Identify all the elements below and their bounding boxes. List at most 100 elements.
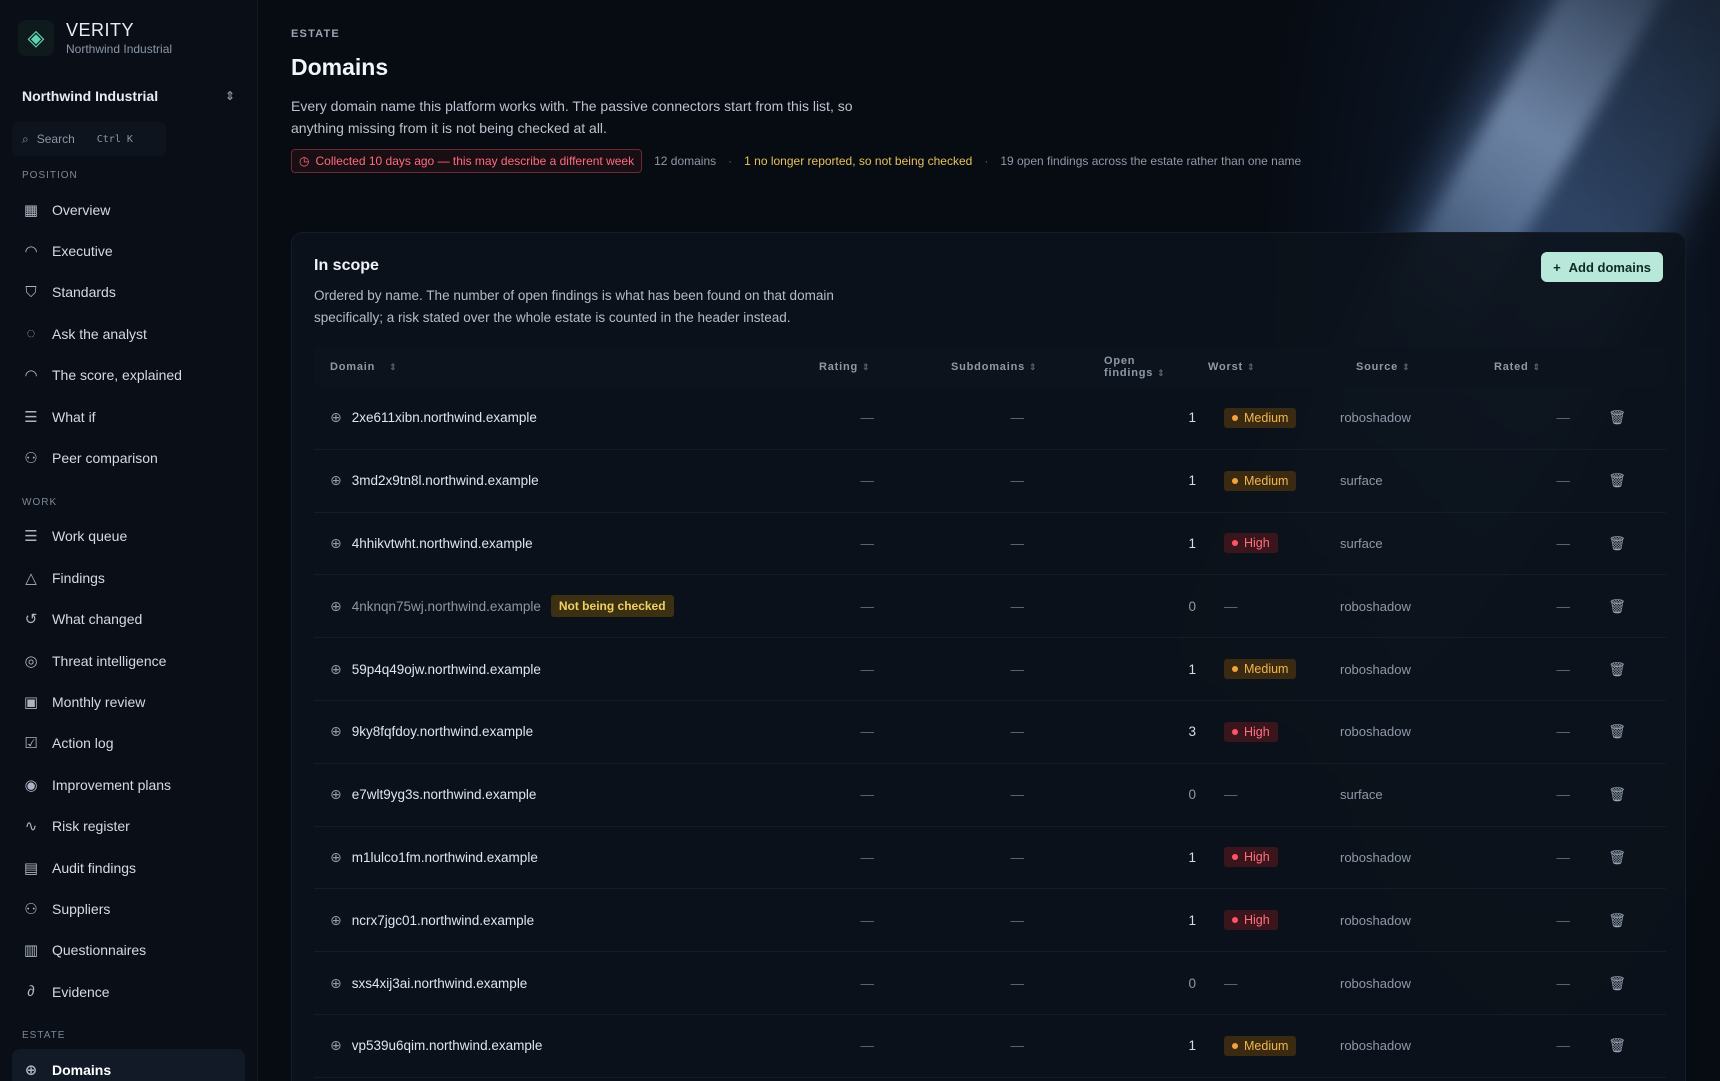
sidebar-item-label: Peer comparison	[52, 450, 158, 467]
nav-section-label: ESTATE	[22, 1030, 66, 1042]
table-row[interactable]: ⊕ 4hhikvtwht.northwind.example — — 1 Hig…	[314, 513, 1666, 576]
table-row[interactable]: ⊕ sxs4xij3ai.northwind.example — — 0 — r…	[314, 952, 1666, 1015]
shield-icon: ⛉	[25, 283, 37, 301]
trash-icon[interactable]: 🗑	[1608, 723, 1626, 739]
search-input[interactable]: ⌕ Search Ctrl K	[12, 122, 166, 156]
severity-dot	[1232, 1042, 1238, 1049]
col-domain[interactable]: Domain ⇕	[314, 361, 774, 373]
trash-icon[interactable]: 🗑	[1608, 661, 1626, 677]
domain-name[interactable]: 59p4q49ojw.northwind.example	[352, 662, 541, 677]
domain-name[interactable]: 9ky8fqfdoy.northwind.example	[352, 724, 533, 739]
severity-label: Medium	[1244, 473, 1289, 488]
sidebar-item-evidence[interactable]: ∂ Evidence	[12, 971, 245, 1012]
sidebar-item-the-score-explained[interactable]: ◠ The score, explained	[12, 355, 245, 396]
rated-value: —	[1556, 787, 1571, 803]
col-worst[interactable]: Worst ⇕	[1196, 361, 1328, 373]
sidebar-item-what-changed[interactable]: ↺ What changed	[12, 599, 245, 640]
source-value: roboshadow	[1340, 410, 1411, 426]
sidebar-item-overview[interactable]: ▦ Overview	[12, 189, 245, 230]
rating-value: —	[860, 912, 875, 928]
domain-name[interactable]: 4hhikvtwht.northwind.example	[352, 536, 533, 551]
org-switcher[interactable]: Northwind Industrial ⇕	[12, 78, 245, 114]
sidebar-item-label: Ask the analyst	[52, 325, 147, 342]
domain-name[interactable]: sxs4xij3ai.northwind.example	[352, 976, 528, 991]
sidebar-item-domains[interactable]: ⊕ Domains	[12, 1049, 245, 1081]
sidebar-item-executive[interactable]: ◠ Executive	[12, 230, 245, 271]
col-rating[interactable]: Rating ⇕	[774, 361, 874, 373]
trash-icon[interactable]: 🗑	[1608, 535, 1626, 551]
table-row[interactable]: ⊕ 3md2x9tn8l.northwind.example — — 1 Med…	[314, 450, 1666, 513]
sidebar-item-monthly-review[interactable]: ▣ Monthly review	[12, 681, 245, 722]
sort-icon: ⇕	[862, 362, 871, 372]
sidebar-item-work-queue[interactable]: ☰ Work queue	[12, 516, 245, 557]
separator-dot: ·	[984, 154, 989, 168]
globe-icon: ⊕	[330, 409, 342, 426]
sidebar-item-threat-intelligence[interactable]: ◎ Threat intelligence	[12, 640, 245, 681]
col-source[interactable]: Source ⇕	[1328, 361, 1460, 373]
table-row[interactable]: ⊕ 59p4q49ojw.northwind.example — — 1 Med…	[314, 638, 1666, 701]
table-row[interactable]: ⊕ ncrx7jgc01.northwind.example — — 1 Hig…	[314, 889, 1666, 953]
domain-name[interactable]: 4nknqn75wj.northwind.example	[352, 599, 541, 614]
table-row[interactable]: ⊕ 9ky8fqfdoy.northwind.example — — 3 Hig…	[314, 701, 1666, 764]
rated-value: —	[1556, 473, 1571, 489]
domain-name[interactable]: ncrx7jgc01.northwind.example	[352, 913, 534, 928]
table-row[interactable]: ⊕ 4nknqn75wj.northwind.example Not being…	[314, 575, 1666, 639]
domain-name[interactable]: 3md2x9tn8l.northwind.example	[352, 473, 539, 488]
brand: ◈ VERITY Northwind Industrial	[12, 18, 245, 74]
trash-icon[interactable]: 🗑	[1608, 598, 1626, 614]
subdomains-value: —	[1010, 410, 1025, 426]
domain-name[interactable]: e7wlt9yg3s.northwind.example	[352, 787, 537, 802]
trash-icon[interactable]: 🗑	[1608, 912, 1626, 928]
severity-badge: High	[1224, 847, 1278, 868]
sidebar-item-findings[interactable]: △ Findings	[12, 557, 245, 598]
not-checked-badge: Not being checked	[550, 595, 674, 618]
nav-section-label: WORK	[22, 496, 58, 508]
sidebar-item-label: Threat intelligence	[52, 652, 167, 669]
globe-icon: ⊕	[330, 786, 342, 803]
sort-icon: ⇕	[1246, 362, 1256, 372]
trash-icon[interactable]: 🗑	[1608, 472, 1626, 488]
trash-icon[interactable]: 🗑	[1608, 786, 1626, 802]
trash-icon[interactable]: 🗑	[1608, 1037, 1626, 1053]
rating-value: —	[860, 975, 875, 991]
rating-value: —	[860, 849, 875, 865]
add-domains-button[interactable]: + Add domains	[1541, 252, 1663, 282]
globe-icon: ⊕	[330, 1037, 342, 1054]
open-findings-value: 3	[1188, 724, 1196, 740]
sidebar-item-suppliers[interactable]: ⚇ Suppliers	[12, 888, 245, 929]
unchecked-notice[interactable]: 1 no longer reported, so not being check…	[744, 154, 972, 168]
sidebar-item-risk-register[interactable]: ∿ Risk register	[12, 805, 245, 846]
domain-name[interactable]: vp539u6qim.northwind.example	[352, 1038, 543, 1053]
sidebar-item-standards[interactable]: ⛉ Standards	[12, 272, 245, 313]
table-row[interactable]: ⊕ m1lulco1fm.northwind.example — — 1 Hig…	[314, 827, 1666, 890]
trash-icon[interactable]: 🗑	[1608, 849, 1626, 865]
sidebar-item-audit-findings[interactable]: ▤ Audit findings	[12, 847, 245, 888]
sidebar-item-ask-the-analyst[interactable]: ◌ Ask the analyst	[12, 313, 245, 354]
source-value: roboshadow	[1340, 724, 1411, 740]
domain-name[interactable]: 2xe611xibn.northwind.example	[352, 410, 537, 425]
col-subdomains[interactable]: Subdomains ⇕	[874, 361, 1037, 373]
sidebar-item-improvement-plans[interactable]: ◉ Improvement plans	[12, 764, 245, 805]
globe-icon: ⊕	[330, 472, 342, 489]
table-row[interactable]: ⊕ e7wlt9yg3s.northwind.example — — 0 — s…	[314, 764, 1666, 827]
globe-icon: ⊕	[330, 534, 342, 551]
table-row[interactable]: ⊕ 2xe611xibn.northwind.example — — 1 Med…	[314, 387, 1666, 450]
table-row[interactable]: ⊕ vp539u6qim.northwind.example — — 1 Med…	[314, 1015, 1666, 1078]
sidebar-item-questionnaires[interactable]: ▥ Questionnaires	[12, 930, 245, 971]
severity-badge: Medium	[1224, 470, 1297, 491]
col-rated[interactable]: Rated ⇕	[1460, 361, 1570, 373]
sidebar-item-peer-comparison[interactable]: ⚇ Peer comparison	[12, 437, 245, 478]
trash-icon[interactable]: 🗑	[1608, 409, 1626, 425]
severity-badge: High	[1224, 721, 1278, 742]
domain-name[interactable]: m1lulco1fm.northwind.example	[352, 850, 538, 865]
rating-value: —	[860, 473, 875, 489]
rating-value: —	[860, 535, 875, 551]
col-open-findings[interactable]: Open findings ⇕	[1024, 355, 1196, 379]
open-findings-value: 1	[1188, 912, 1196, 928]
trash-icon[interactable]: 🗑	[1608, 975, 1626, 991]
sidebar-item-action-log[interactable]: ☑ Action log	[12, 723, 245, 764]
sidebar-item-what-if[interactable]: ☰ What if	[12, 396, 245, 437]
search-placeholder: Search	[36, 132, 75, 146]
severity-label: Medium	[1244, 662, 1289, 677]
subdomains-value: —	[1010, 975, 1025, 991]
